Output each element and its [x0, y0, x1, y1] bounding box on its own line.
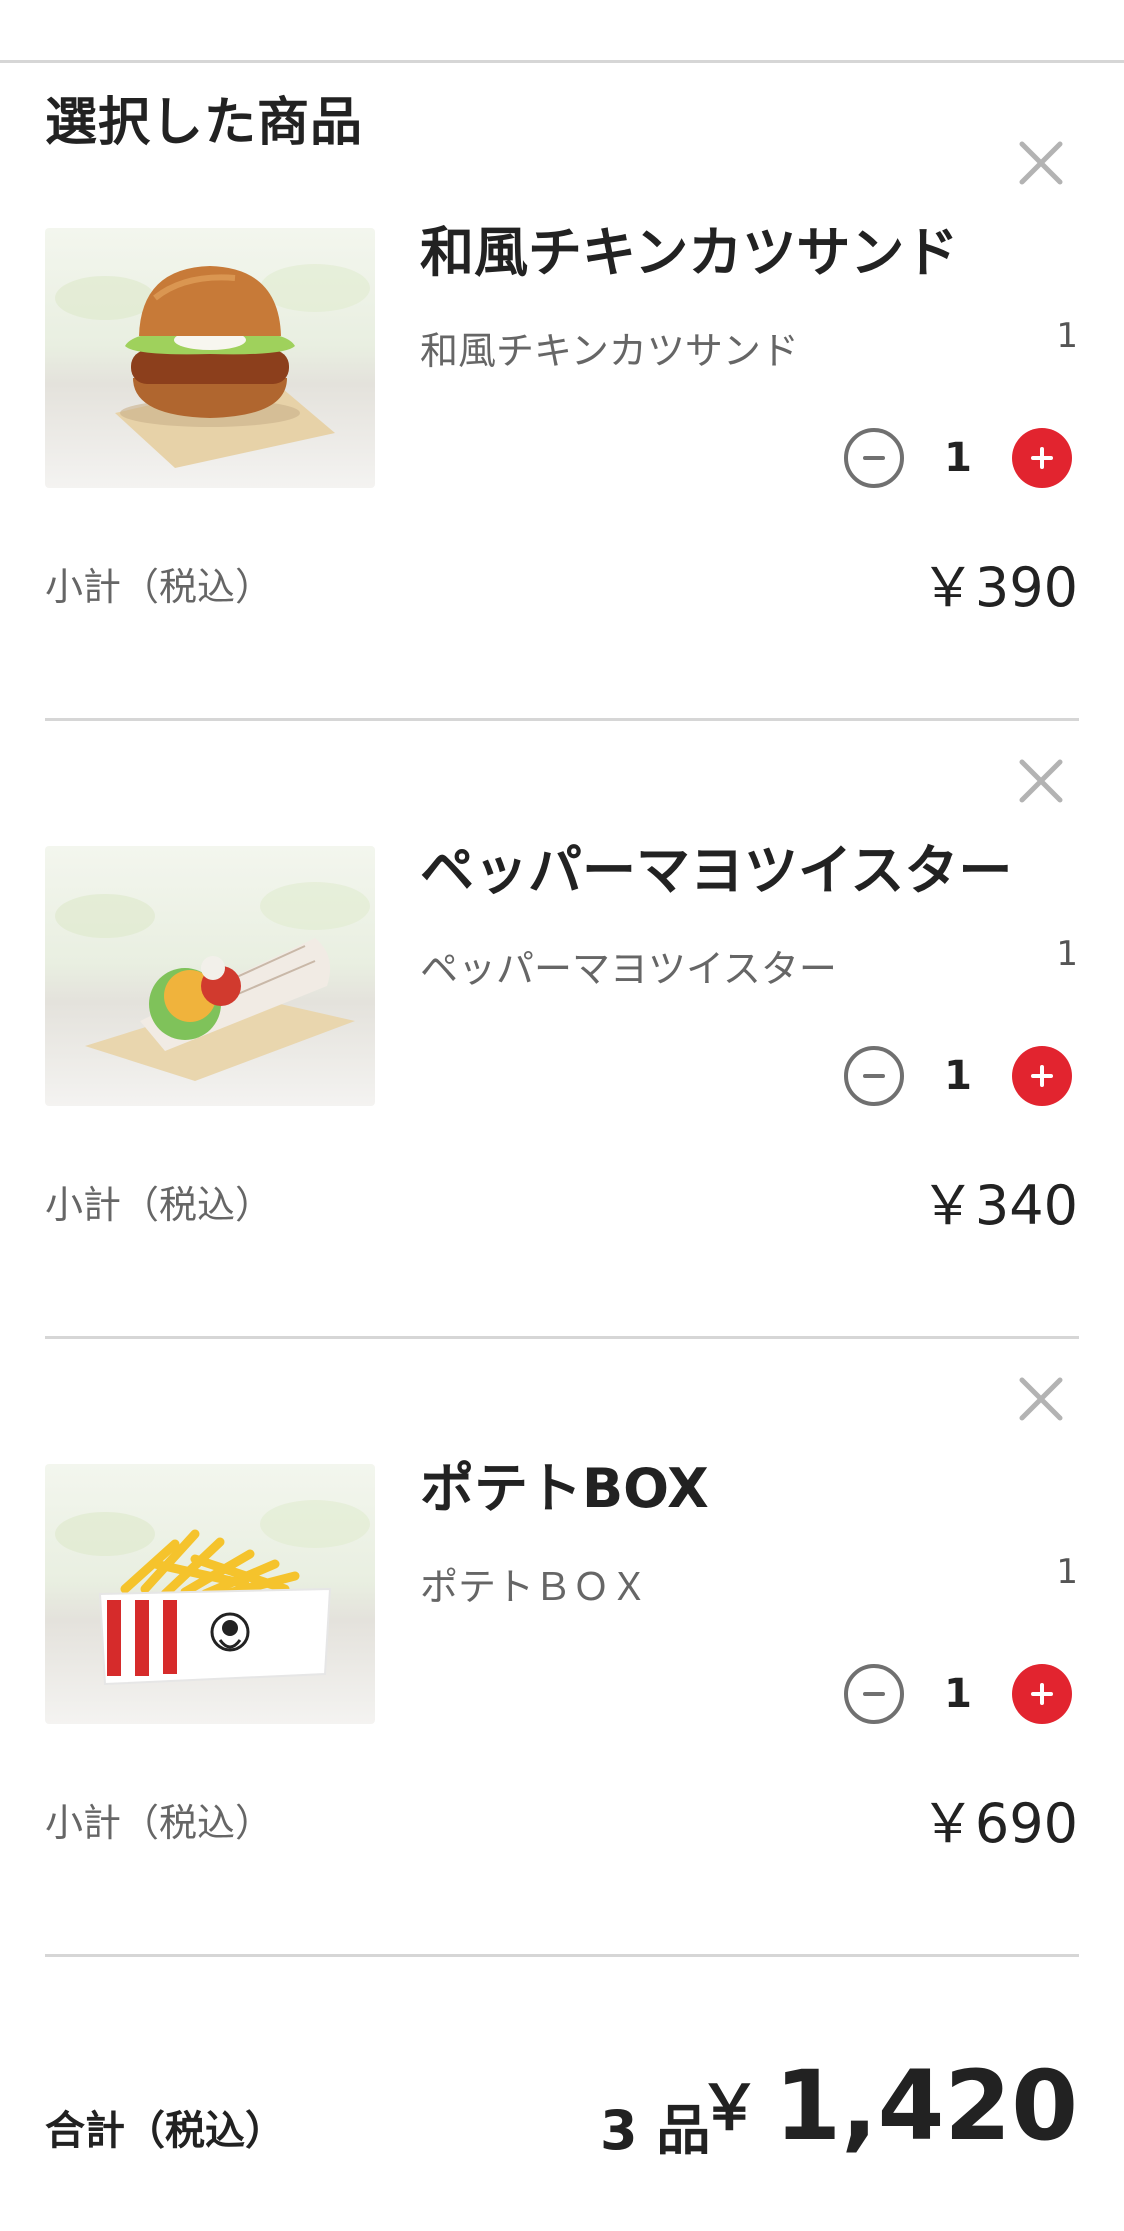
- remove-item-button[interactable]: [1016, 138, 1066, 188]
- decrease-quantity-button[interactable]: [844, 428, 904, 488]
- subtotal-label: 小計（税込）: [45, 1183, 274, 1227]
- total-amount: ￥ 1,420: [698, 2050, 1078, 2162]
- option-name: ペッパーマヨツイスター: [420, 947, 837, 991]
- close-icon: [1019, 759, 1063, 803]
- chicken-katsu-sandwich-image: [45, 228, 375, 488]
- decrease-quantity-button[interactable]: [844, 1664, 904, 1724]
- option-quantity: 1: [1056, 934, 1078, 974]
- product-image[interactable]: [45, 228, 375, 488]
- subtotal-label: 小計（税込）: [45, 565, 274, 609]
- increase-quantity-button[interactable]: [1012, 1664, 1072, 1724]
- option-quantity: 1: [1056, 316, 1078, 356]
- pepper-mayo-twister-image: [45, 846, 375, 1106]
- quantity-stepper: 1: [844, 1664, 1072, 1724]
- plus-circle-icon: [1031, 447, 1053, 469]
- option-name: 和風チキンカツサンド: [420, 329, 799, 373]
- subtotal-value: ￥390: [920, 556, 1078, 619]
- total-item-count: 3 品: [600, 2099, 711, 2162]
- currency-symbol: ￥: [698, 2071, 761, 2144]
- quantity-stepper: 1: [844, 1046, 1072, 1106]
- close-icon: [1019, 141, 1063, 185]
- total-amount-value: 1,420: [774, 2050, 1078, 2162]
- increase-quantity-button[interactable]: [1012, 1046, 1072, 1106]
- quantity-stepper: 1: [844, 428, 1072, 488]
- potato-box-image: [45, 1464, 375, 1724]
- plus-circle-icon: [1031, 1065, 1053, 1087]
- remove-item-button[interactable]: [1016, 1374, 1066, 1424]
- minus-circle-icon: [863, 456, 885, 460]
- item-divider: [45, 1336, 1079, 1339]
- item-divider: [45, 718, 1079, 721]
- item-divider: [45, 1954, 1079, 1957]
- product-image[interactable]: [45, 846, 375, 1106]
- decrease-quantity-button[interactable]: [844, 1046, 904, 1106]
- remove-item-button[interactable]: [1016, 756, 1066, 806]
- minus-circle-icon: [863, 1692, 885, 1696]
- close-icon: [1019, 1377, 1063, 1421]
- item-name: 和風チキンカツサンド: [420, 221, 959, 284]
- item-name: ポテトBOX: [420, 1457, 709, 1520]
- cart-item: ポテトBOX ポテトＢＯＸ 1 1 小計（税込） ￥690: [0, 1374, 1124, 1992]
- cart-item: ペッパーマヨツイスター ペッパーマヨツイスター 1 1 小計（税込） ￥340: [0, 756, 1124, 1374]
- product-image[interactable]: [45, 1464, 375, 1724]
- quantity-value: 1: [944, 435, 972, 481]
- option-name: ポテトＢＯＸ: [420, 1565, 649, 1609]
- subtotal-value: ￥340: [920, 1174, 1078, 1237]
- option-quantity: 1: [1056, 1552, 1078, 1592]
- increase-quantity-button[interactable]: [1012, 428, 1072, 488]
- subtotal-label: 小計（税込）: [45, 1801, 274, 1845]
- subtotal-value: ￥690: [920, 1792, 1078, 1855]
- quantity-value: 1: [944, 1671, 972, 1717]
- total-label: 合計（税込）: [45, 2108, 285, 2154]
- quantity-value: 1: [944, 1053, 972, 1099]
- cart-item: 和風チキンカツサンド 和風チキンカツサンド 1 1 小計（税込） ￥390: [0, 138, 1124, 756]
- top-divider: [0, 60, 1124, 63]
- item-name: ペッパーマヨツイスター: [420, 839, 1013, 902]
- plus-circle-icon: [1031, 1683, 1053, 1705]
- minus-circle-icon: [863, 1074, 885, 1078]
